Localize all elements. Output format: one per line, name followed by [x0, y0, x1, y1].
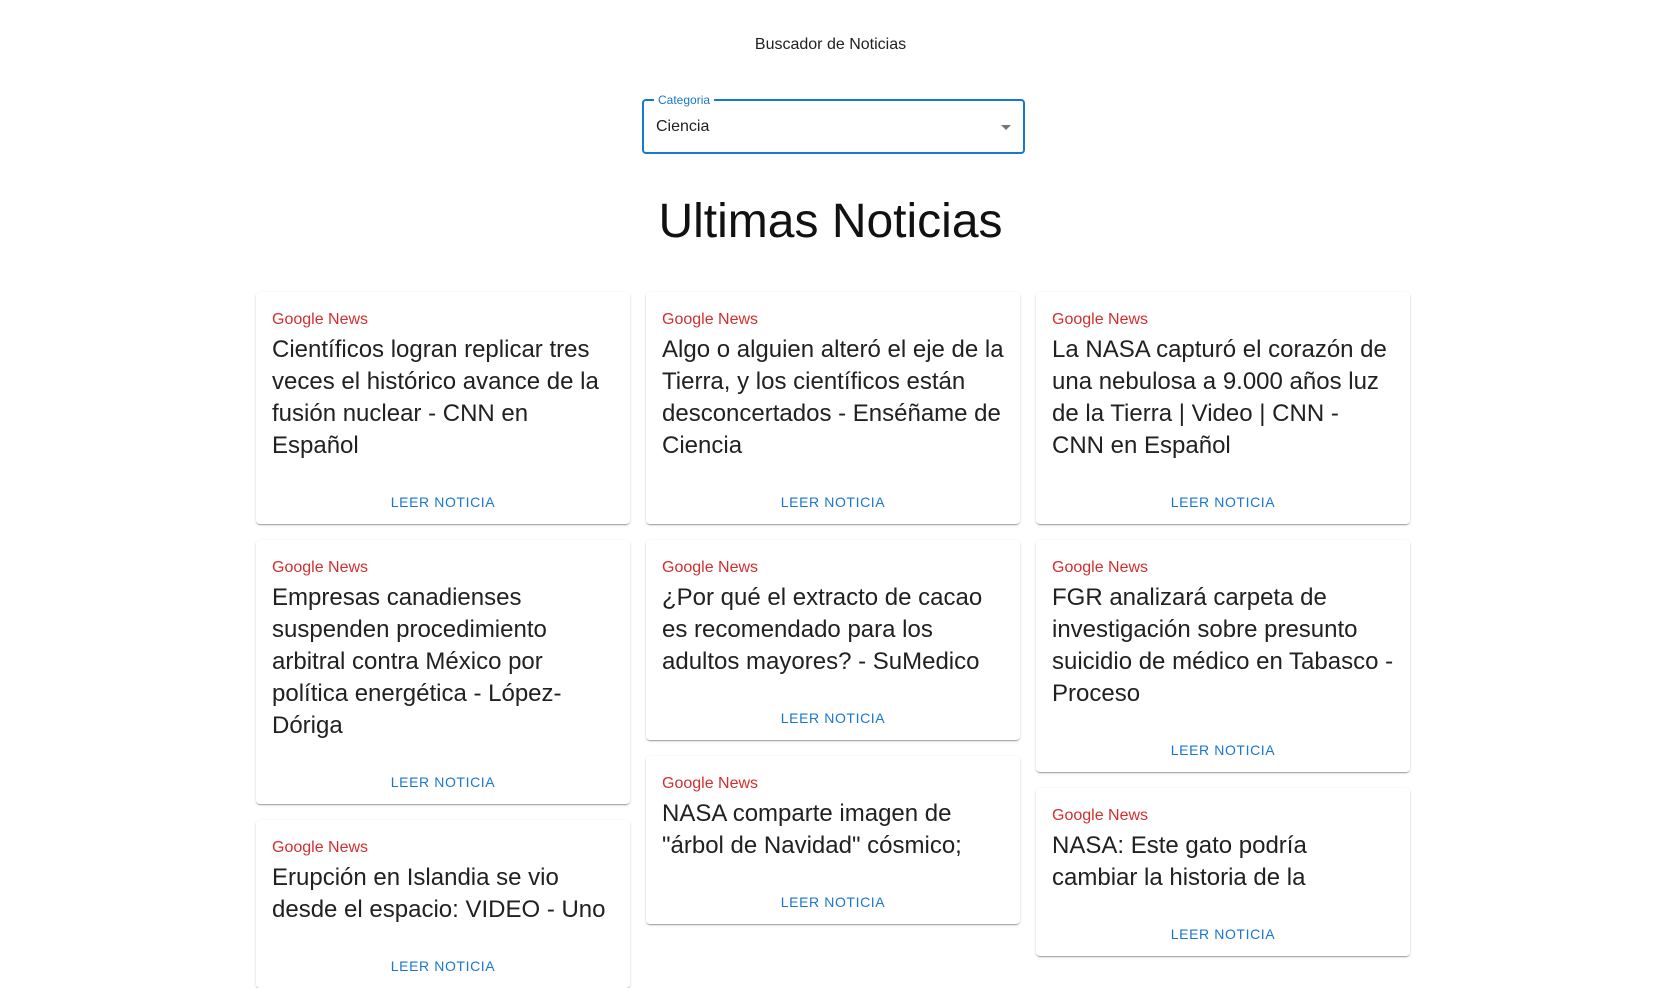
news-title: Empresas canadienses suspenden procedimi… — [272, 584, 562, 739]
news-card: Google News ¿Por qué el extracto de caca… — [646, 540, 1020, 740]
news-column: Google News La NASA capturó el corazón d… — [1036, 292, 1410, 956]
news-title: La NASA capturó el corazón de una nebulo… — [1052, 336, 1387, 459]
read-news-button[interactable]: Leer Noticia — [383, 954, 503, 978]
category-select[interactable]: Categoria Ciencia — [642, 92, 1025, 154]
page-heading: Ultimas Noticias — [658, 195, 1003, 248]
read-news-button[interactable]: Leer Noticia — [773, 706, 893, 730]
news-card: Google News Algo o alguien alteró el eje… — [646, 292, 1020, 524]
read-news-button[interactable]: Leer Noticia — [773, 890, 893, 914]
dropdown-arrow-icon[interactable] — [1001, 125, 1011, 130]
news-title: FGR analizará carpeta de investigación s… — [1052, 584, 1394, 707]
news-title: Científicos logran replicar tres veces e… — [272, 336, 599, 459]
category-select-value: Ciencia — [656, 118, 710, 135]
read-news-button[interactable]: Leer Noticia — [773, 490, 893, 514]
news-source: Google News — [1052, 311, 1149, 328]
news-card: Google News NASA comparte imagen de "árb… — [646, 756, 1020, 924]
news-source: Google News — [272, 559, 369, 576]
news-card: Google News FGR analizará carpeta de inv… — [1036, 540, 1410, 772]
read-news-button[interactable]: Leer Noticia — [383, 770, 503, 794]
news-card: Google News Erupción en Islandia se vio … — [256, 820, 630, 988]
read-news-button[interactable]: Leer Noticia — [1163, 738, 1283, 762]
news-source: Google News — [662, 775, 759, 792]
read-news-button[interactable]: Leer Noticia — [1163, 490, 1283, 514]
app-title: Buscador de Noticias — [754, 36, 907, 53]
category-select-label: Categoria — [654, 92, 715, 108]
news-title: Algo o alguien alteró el eje de la Tierr… — [662, 336, 1004, 459]
news-card: Google News Científicos logran replicar … — [256, 292, 630, 524]
news-column: Google News Algo o alguien alteró el eje… — [646, 292, 1020, 924]
read-news-button[interactable]: Leer Noticia — [1163, 922, 1283, 946]
news-title: NASA comparte imagen de "árbol de Navida… — [662, 800, 962, 859]
news-card: Google News Empresas canadienses suspend… — [256, 540, 630, 804]
news-grid: Google News Científicos logran replicar … — [256, 292, 1412, 988]
news-source: Google News — [662, 311, 759, 328]
news-card: Google News NASA: Este gato podría cambi… — [1036, 788, 1410, 956]
news-source: Google News — [272, 839, 369, 856]
news-card: Google News La NASA capturó el corazón d… — [1036, 292, 1410, 524]
news-source: Google News — [1052, 559, 1149, 576]
news-source: Google News — [272, 311, 369, 328]
news-title: Erupción en Islandia se vio desde el esp… — [272, 864, 606, 923]
read-news-button[interactable]: Leer Noticia — [383, 490, 503, 514]
news-source: Google News — [662, 559, 759, 576]
news-title: NASA: Este gato podría cambiar la histor… — [1052, 832, 1307, 891]
news-source: Google News — [1052, 807, 1149, 824]
news-title: ¿Por qué el extracto de cacao es recomen… — [662, 584, 983, 675]
news-column: Google News Científicos logran replicar … — [256, 292, 630, 988]
